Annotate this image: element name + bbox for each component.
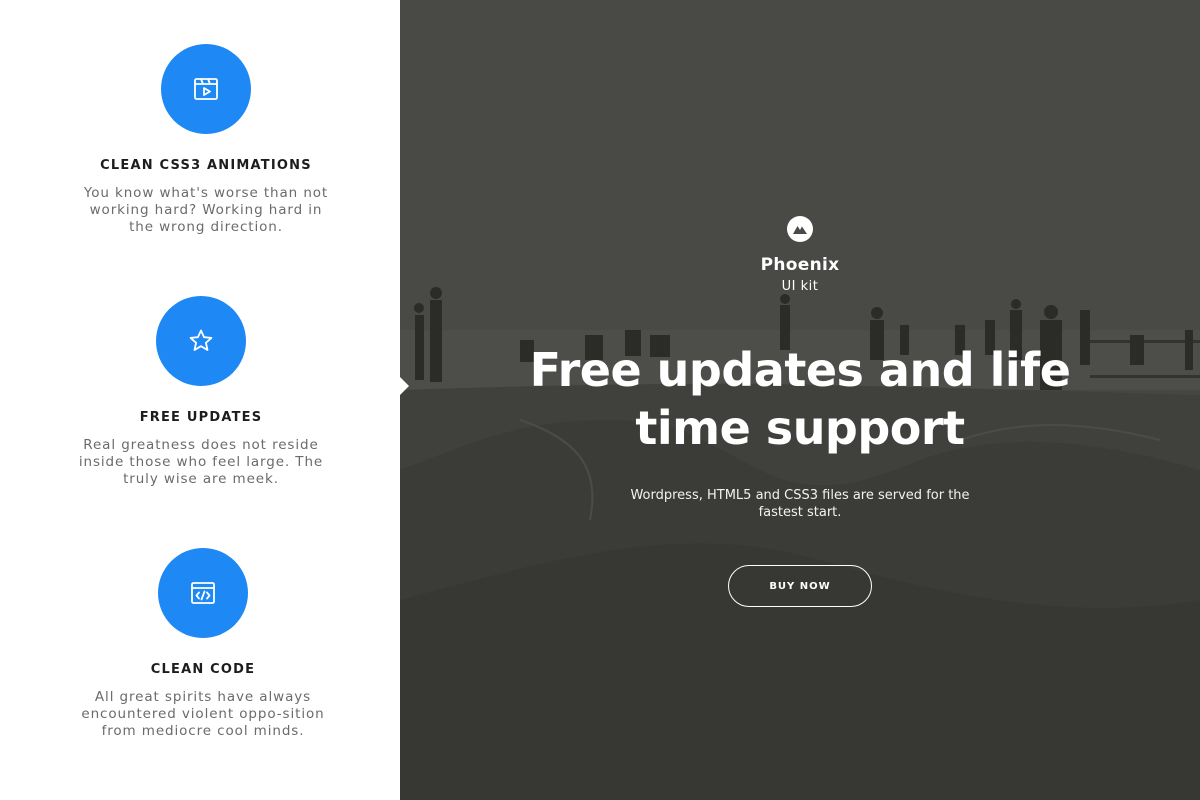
code-window-icon [158,548,248,638]
brand-name: Phoenix [760,255,840,275]
feature-description: Real greatness does not reside inside th… [78,437,324,487]
video-icon [161,44,251,134]
feature-description: All great spirits have always encountere… [81,689,325,739]
brand-subtitle: UI kit [781,279,819,294]
brand: Phoenix UI kit [400,216,1200,294]
buy-now-button[interactable]: BUY NOW [728,565,872,607]
feature-description: You know what's worse than not working h… [83,185,329,235]
feature-title: CLEAN CODE [150,662,256,677]
features-panel: CLEAN CSS3 ANIMATIONS You know what's wo… [0,0,400,800]
feature-item-code: CLEAN CODE All great spirits have always… [73,548,333,740]
mountain-logo-icon [787,216,813,242]
feature-item-animations: CLEAN CSS3 ANIMATIONS You know what's wo… [76,44,336,236]
star-icon [156,296,246,386]
panel-pointer-arrow [400,377,409,395]
page: CLEAN CSS3 ANIMATIONS You know what's wo… [0,0,1200,800]
hero-subtext: Wordpress, HTML5 and CSS3 files are serv… [630,488,970,520]
feature-item-updates: FREE UPDATES Real greatness does not res… [71,296,331,488]
feature-title: FREE UPDATES [139,410,263,425]
hero-headline: Free updates and life time support [529,343,1071,455]
hero-section: Phoenix UI kit Free updates and life tim… [400,0,1200,800]
feature-title: CLEAN CSS3 ANIMATIONS [100,158,312,173]
